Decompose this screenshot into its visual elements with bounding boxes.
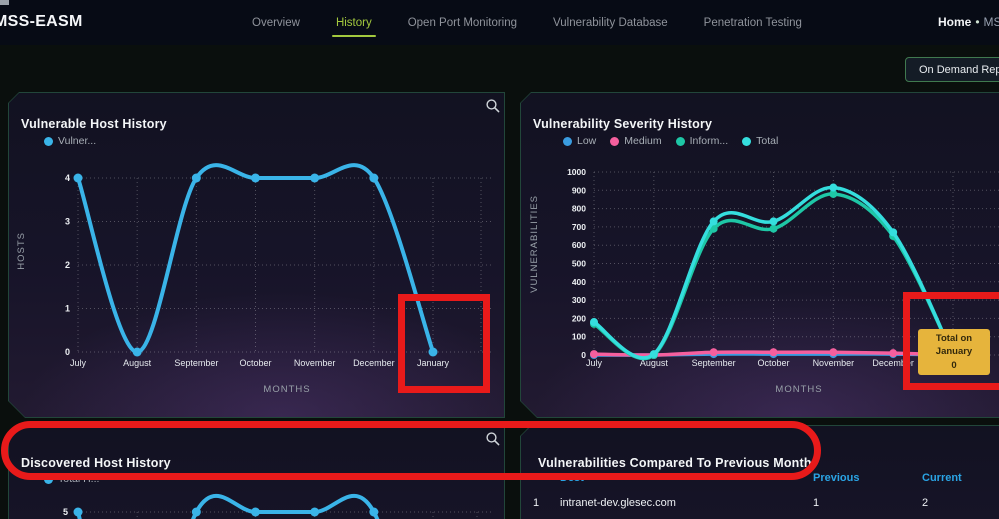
svg-text:August: August <box>123 358 152 368</box>
panel-vulnerable-host-history: Vulnerable Host History Vulner... 01234J… <box>8 92 505 418</box>
svg-text:September: September <box>692 358 736 368</box>
panel-discovered-host-history: Discovered Host History Total H... 01234… <box>8 425 505 519</box>
svg-text:400: 400 <box>572 277 586 287</box>
svg-text:900: 900 <box>572 185 586 195</box>
x-axis-title: MONTHS <box>227 384 347 395</box>
browser-tab-fragment <box>0 0 9 5</box>
svg-text:3: 3 <box>65 217 70 227</box>
svg-text:1000: 1000 <box>567 167 586 177</box>
discovered-host-line-chart[interactable]: 012345JulyAugustSeptemberOctoberNovember… <box>8 425 505 519</box>
svg-text:October: October <box>757 358 789 368</box>
tooltip-title: Total on January <box>920 332 988 359</box>
svg-text:September: September <box>174 358 218 368</box>
nav-tab-overview[interactable]: Overview <box>252 11 300 35</box>
svg-text:December: December <box>872 358 914 368</box>
svg-text:January: January <box>417 358 450 368</box>
svg-text:500: 500 <box>572 259 586 269</box>
nav-tab-penetration-testing[interactable]: Penetration Testing <box>704 11 802 35</box>
svg-text:700: 700 <box>572 222 586 232</box>
y-axis-title: VULNERABILITIES <box>529 195 540 293</box>
vulnerable-host-line-chart[interactable]: 0 1 2 3 4 July August September October November D… <box>8 92 505 418</box>
breadcrumb-separator: • <box>975 15 979 29</box>
panel-vulnerabilities-comparison: Vulnerabilities Compared To Previous Mon… <box>520 425 999 519</box>
column-header-dest[interactable]: Dest <box>560 472 584 484</box>
nav-tab-open-port-monitoring[interactable]: Open Port Monitoring <box>408 11 517 35</box>
svg-text:July: July <box>586 358 603 368</box>
breadcrumb-current: MS <box>984 15 999 29</box>
row-current-value: 2 <box>922 497 928 509</box>
nav-tab-history[interactable]: History <box>336 11 372 35</box>
row-number: 1 <box>533 497 539 509</box>
column-header-previous[interactable]: Previous <box>813 472 859 484</box>
svg-text:November: November <box>813 358 855 368</box>
row-previous-value: 1 <box>813 497 819 509</box>
svg-text:December: December <box>353 358 395 368</box>
svg-text:1: 1 <box>65 304 70 314</box>
breadcrumb: Home • MS <box>938 15 999 29</box>
tooltip-value: 0 <box>920 359 988 372</box>
y-axis-title: HOSTS <box>16 232 27 270</box>
svg-text:4: 4 <box>65 173 70 183</box>
svg-text:300: 300 <box>572 295 586 305</box>
x-axis-title: MONTHS <box>739 384 859 395</box>
on-demand-report-button[interactable]: On Demand Repo <box>905 57 999 82</box>
dashboard-screen: MSS-EASM Overview History Open Port Moni… <box>0 0 999 519</box>
panel-title: Vulnerabilities Compared To Previous Mon… <box>538 456 812 470</box>
row-dest-value: intranet-dev.glesec.com <box>560 497 676 509</box>
app-title: MSS-EASM <box>0 13 83 31</box>
svg-text:0: 0 <box>65 347 70 357</box>
column-header-current[interactable]: Current <box>922 472 962 484</box>
svg-text:800: 800 <box>572 204 586 214</box>
svg-text:October: October <box>239 358 271 368</box>
breadcrumb-home-link[interactable]: Home <box>938 15 971 29</box>
top-navigation-bar: MSS-EASM Overview History Open Port Moni… <box>0 0 999 45</box>
svg-text:5: 5 <box>63 507 68 517</box>
svg-text:100: 100 <box>572 332 586 342</box>
nav-tab-vulnerability-database[interactable]: Vulnerability Database <box>553 11 668 35</box>
panel-vulnerability-severity-history: Vulnerability Severity History Low Mediu… <box>520 92 999 418</box>
chart-tooltip: Total on January 0 <box>918 329 990 375</box>
svg-text:November: November <box>294 358 336 368</box>
main-nav: Overview History Open Port Monitoring Vu… <box>252 0 802 45</box>
svg-text:2: 2 <box>65 260 70 270</box>
svg-text:July: July <box>70 358 87 368</box>
svg-text:600: 600 <box>572 240 586 250</box>
svg-text:200: 200 <box>572 313 586 323</box>
